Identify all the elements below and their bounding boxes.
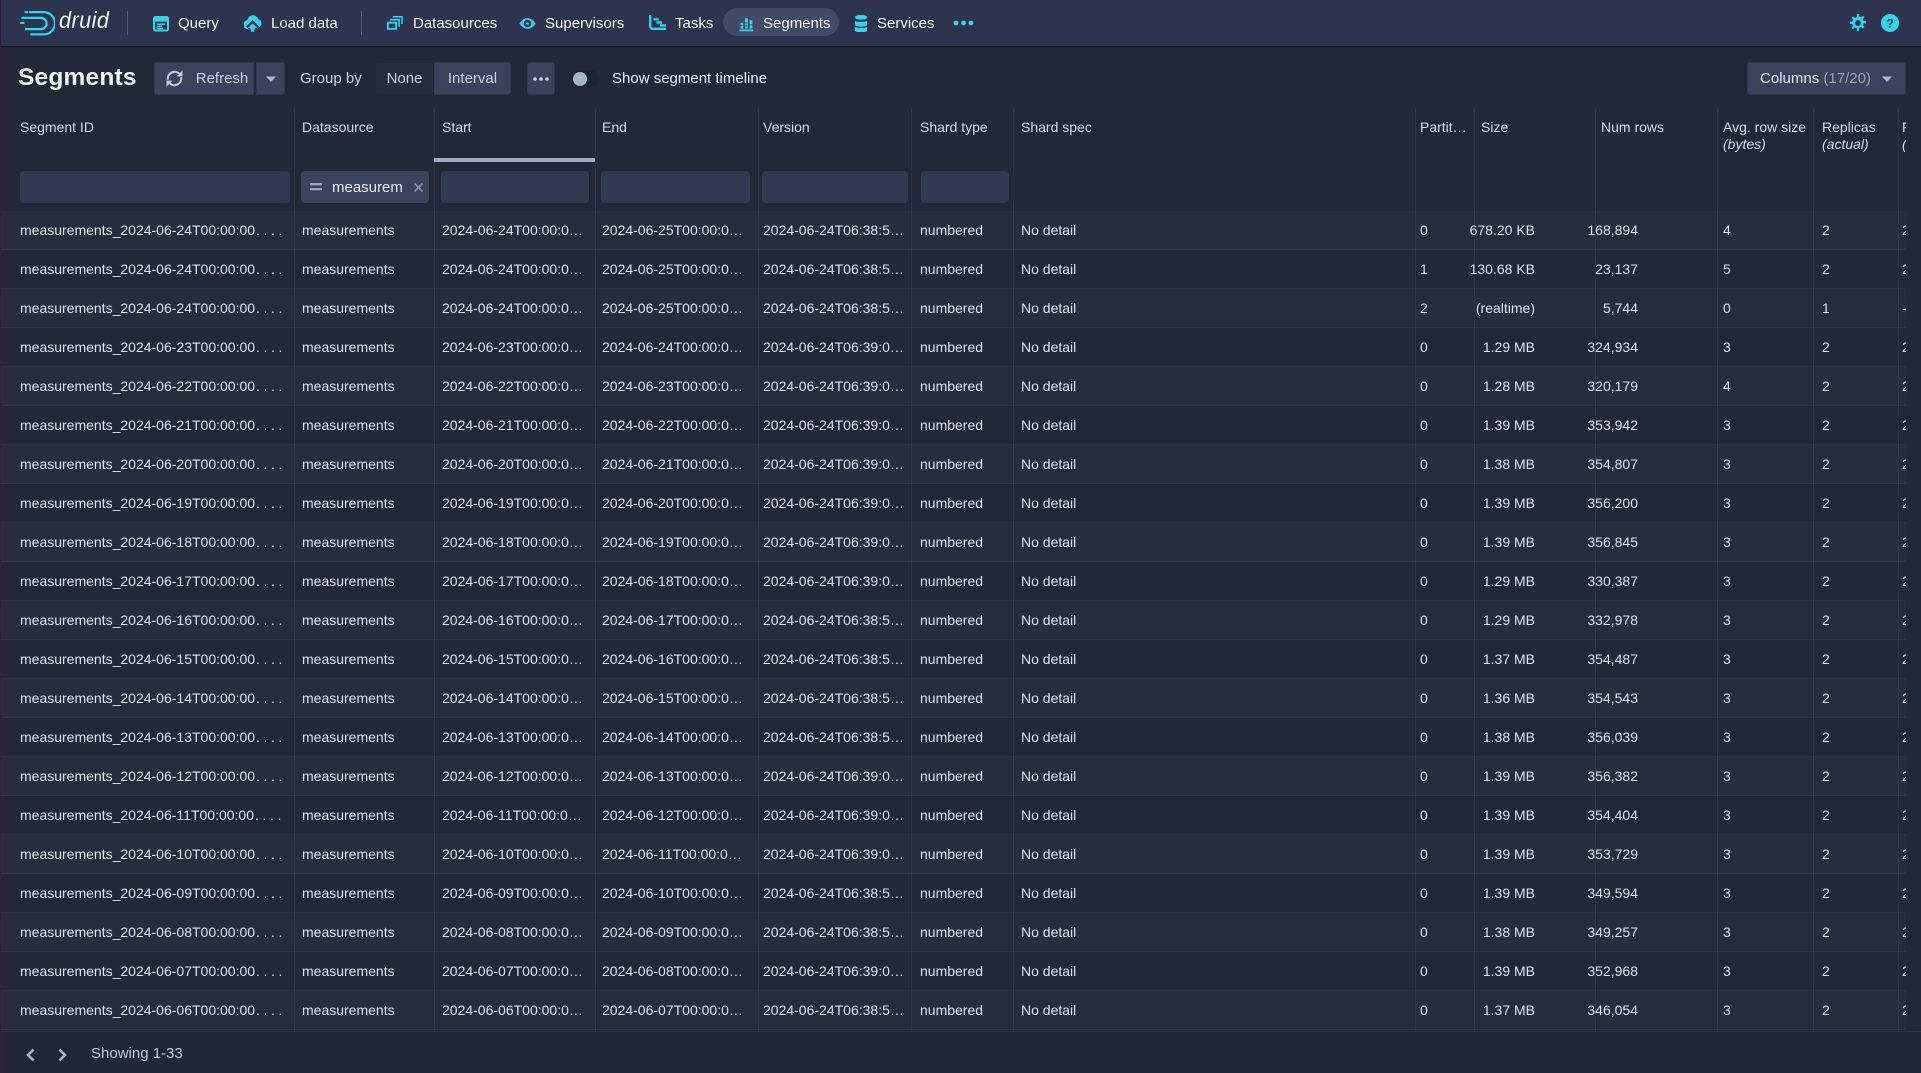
svg-text:?: ?	[1886, 17, 1894, 31]
